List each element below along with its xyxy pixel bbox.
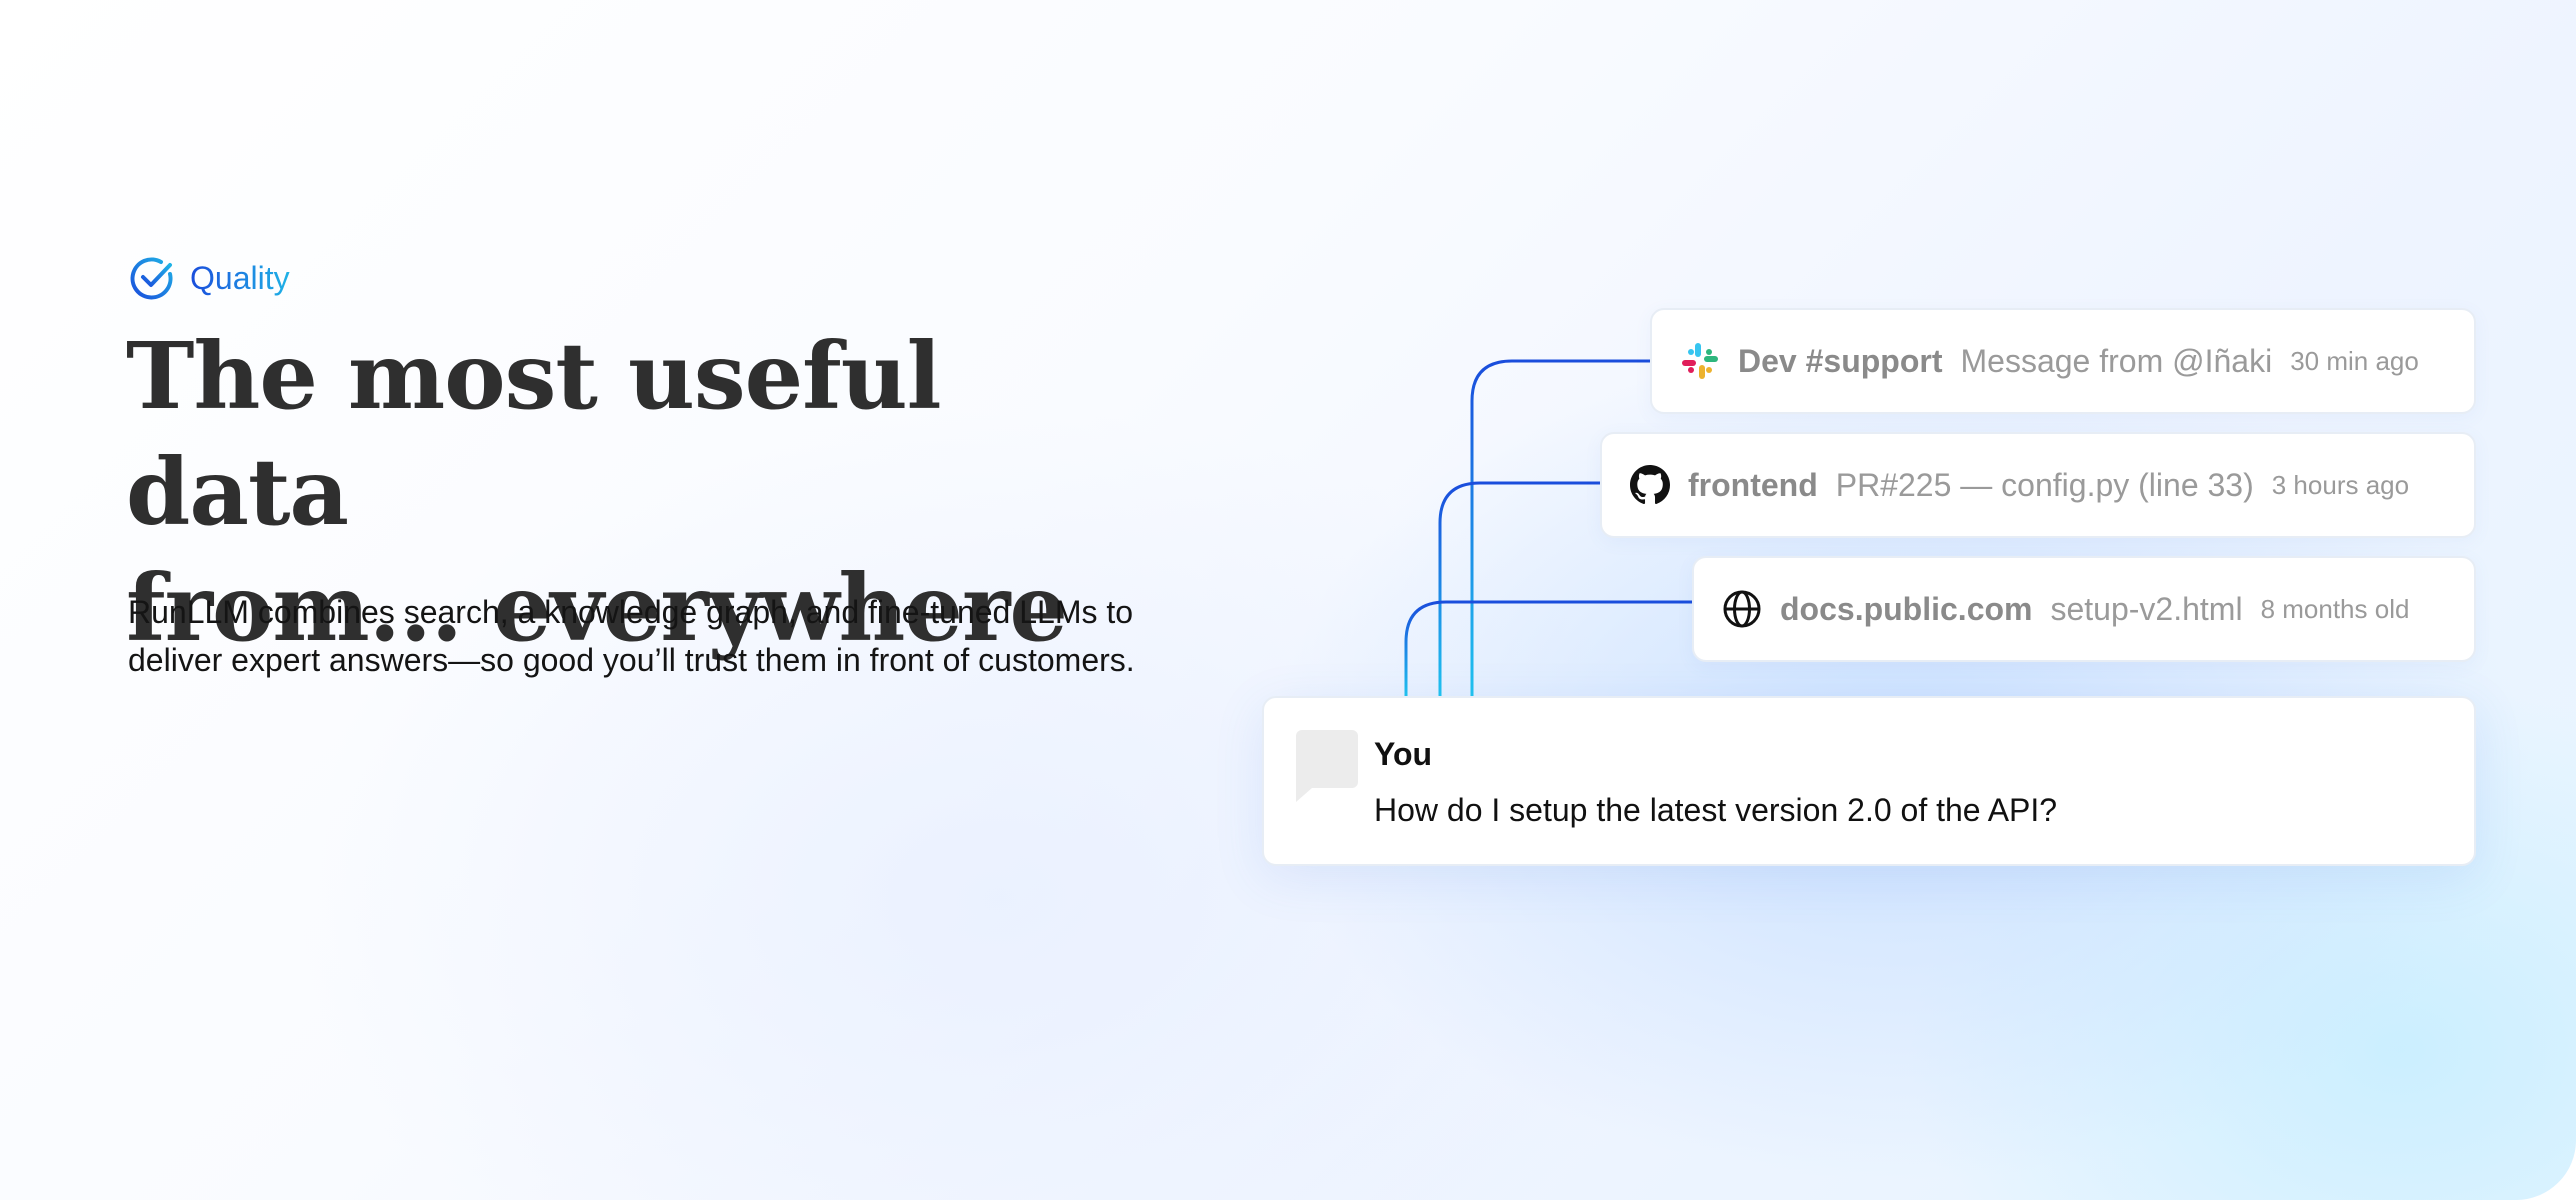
tag-label: Quality: [190, 259, 290, 296]
source-name: Dev #support: [1738, 342, 1943, 379]
source-age: 30 min ago: [2290, 345, 2419, 376]
chat-message-card: You How do I setup the latest version 2.…: [1262, 696, 2476, 866]
connector-docs: [1404, 600, 1692, 696]
source-name: docs.public.com: [1780, 590, 2033, 627]
check-circle-icon: [130, 257, 173, 300]
source-detail: setup-v2.html: [2050, 590, 2243, 627]
source-card-docs[interactable]: docs.public.com setup-v2.html 8 months o…: [1692, 556, 2476, 662]
title-line-1: The most useful data: [126, 322, 942, 546]
github-icon: [1630, 465, 1670, 505]
chat-bubble-icon: [1296, 730, 1358, 802]
slack-icon: [1682, 343, 1718, 379]
source-name: frontend: [1688, 466, 1818, 503]
quality-tag: Quality: [128, 254, 290, 302]
connector-github: [1438, 481, 1600, 696]
source-detail: PR#225 — config.py (line 33): [1835, 466, 2254, 503]
source-age: 8 months old: [2260, 593, 2410, 624]
source-age: 3 hours ago: [2271, 469, 2410, 500]
source-card-slack[interactable]: Dev #support Message from @Iñaki 30 min …: [1650, 308, 2476, 414]
source-detail: Message from @Iñaki: [1960, 342, 2273, 379]
source-card-github[interactable]: frontend PR#225 — config.py (line 33) 3 …: [1600, 432, 2476, 538]
chat-author: You: [1374, 736, 1433, 772]
chat-message: How do I setup the latest version 2.0 of…: [1374, 792, 2058, 828]
feature-panel: Quality The most useful data from... eve…: [0, 0, 2576, 1200]
description: RunLLM combines search, a knowledge grap…: [128, 594, 1135, 678]
globe-icon: [1723, 590, 1761, 628]
